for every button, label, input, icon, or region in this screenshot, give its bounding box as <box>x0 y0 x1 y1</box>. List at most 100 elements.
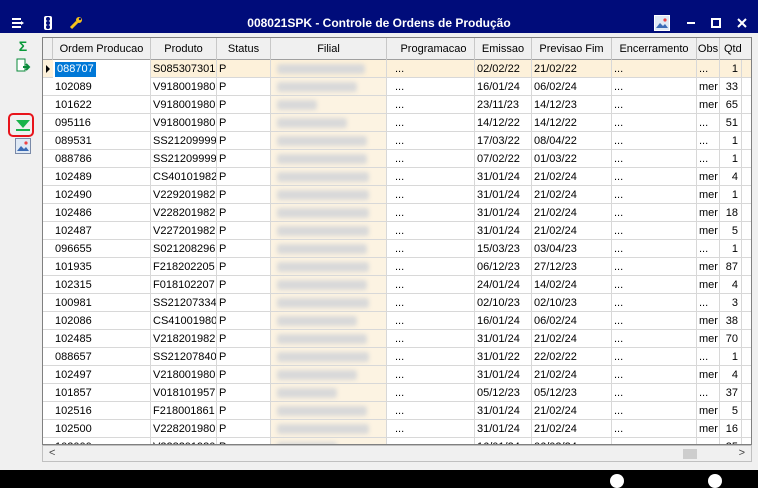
cell-emissao[interactable]: 31/01/24 <box>475 222 532 240</box>
export-icon[interactable] <box>14 57 32 75</box>
cell-programacao[interactable]: ... <box>393 420 475 438</box>
cell-emissao[interactable]: 16/01/24 <box>475 312 532 330</box>
current-row-indicator-icon[interactable] <box>43 60 53 78</box>
cell-produto[interactable]: CS41001980 <box>151 312 217 330</box>
cell-programacao[interactable]: ... <box>393 312 475 330</box>
col-produto[interactable]: Produto <box>151 38 217 60</box>
table-row[interactable]: 102489 CS40101982 P... 31/01/24 21/02/24... m… <box>43 168 751 186</box>
cell-ordem[interactable]: 102497 <box>53 366 151 384</box>
cell-encerramento[interactable]: ... <box>612 132 697 150</box>
cell-previsao[interactable]: 14/12/22 <box>532 114 612 132</box>
cell-previsao[interactable]: 06/02/24 <box>532 312 612 330</box>
cell-filial[interactable] <box>271 366 387 384</box>
cell-previsao[interactable]: 21/02/24 <box>532 366 612 384</box>
table-row[interactable]: 088707 S085307301 P... 02/02/22 21/02/22....… <box>43 60 751 78</box>
minimize-icon[interactable] <box>683 15 699 31</box>
cell-encerramento[interactable]: ... <box>612 420 697 438</box>
cell-previsao[interactable]: 05/12/23 <box>532 384 612 402</box>
row-indicator[interactable] <box>43 312 53 330</box>
row-indicator[interactable] <box>43 276 53 294</box>
cell-obs[interactable]: ... <box>697 132 720 150</box>
cell-qtd[interactable]: 18 <box>720 204 742 222</box>
cell-ordem[interactable]: 102485 <box>53 330 151 348</box>
cell-emissao[interactable]: 06/12/23 <box>475 258 532 276</box>
cell-qtd[interactable]: 33 <box>720 78 742 96</box>
cell-filial[interactable] <box>271 222 387 240</box>
cell-emissao[interactable]: 16/01/24 <box>475 78 532 96</box>
cell-encerramento[interactable]: ... <box>612 438 697 444</box>
cell-status[interactable]: P <box>217 330 271 348</box>
cell-obs[interactable]: mer <box>697 276 720 294</box>
table-row[interactable]: 102497 V218001980 P... 31/01/24 21/02/24... m… <box>43 366 751 384</box>
cell-emissao[interactable]: 24/01/24 <box>475 276 532 294</box>
row-indicator[interactable] <box>43 294 53 312</box>
cell-previsao[interactable]: 22/02/22 <box>532 348 612 366</box>
table-row[interactable]: 102089 V918001980 P... 16/01/24 06/02/24... m… <box>43 78 751 96</box>
cell-produto[interactable]: V229201982 <box>151 186 217 204</box>
cell-obs[interactable]: mer <box>697 96 720 114</box>
cell-filial[interactable] <box>271 348 387 366</box>
cell-encerramento[interactable]: ... <box>612 366 697 384</box>
cell-status[interactable]: P <box>217 222 271 240</box>
cell-filial[interactable] <box>271 312 387 330</box>
cell-qtd[interactable]: 1 <box>720 132 742 150</box>
cell-produto[interactable]: F218001861 <box>151 402 217 420</box>
cell-programacao[interactable]: ... <box>393 204 475 222</box>
cell-status[interactable]: P <box>217 114 271 132</box>
cell-encerramento[interactable]: ... <box>612 150 697 168</box>
horizontal-scrollbar[interactable]: < > <box>42 445 752 462</box>
cell-emissao[interactable]: 31/01/24 <box>475 330 532 348</box>
cell-status[interactable]: P <box>217 150 271 168</box>
table-row[interactable]: 100981 SS21207334 P... 02/10/23 02/10/23....… <box>43 294 751 312</box>
cell-encerramento[interactable]: ... <box>612 222 697 240</box>
cell-obs[interactable]: ... <box>697 348 720 366</box>
cell-ordem[interactable]: 100981 <box>53 294 151 312</box>
cell-filial[interactable] <box>271 204 387 222</box>
col-emissao[interactable]: Emissao <box>475 38 532 60</box>
cell-ordem[interactable]: 102516 <box>53 402 151 420</box>
col-qtd[interactable]: Qtd <box>720 38 751 60</box>
cell-encerramento[interactable]: ... <box>612 96 697 114</box>
cell-obs[interactable]: mer <box>697 330 720 348</box>
cell-obs[interactable]: mer <box>697 204 720 222</box>
cell-programacao[interactable]: ... <box>393 78 475 96</box>
cell-programacao[interactable]: ... <box>393 438 475 444</box>
cell-encerramento[interactable]: ... <box>612 294 697 312</box>
cell-previsao[interactable]: 06/02/24 <box>532 438 612 444</box>
scroll-left-icon[interactable]: < <box>49 447 55 459</box>
row-indicator[interactable] <box>43 438 53 444</box>
cell-programacao[interactable]: ... <box>393 240 475 258</box>
table-row[interactable]: 102086 CS41001980 P... 16/01/24 06/02/24... m… <box>43 312 751 330</box>
cell-status[interactable]: P <box>217 240 271 258</box>
table-row[interactable]: 102516 F218001861 P... 31/01/24 21/02/24... m… <box>43 402 751 420</box>
cell-emissao[interactable]: 31/01/24 <box>475 168 532 186</box>
cell-status[interactable]: P <box>217 384 271 402</box>
cell-ordem[interactable]: 102000 <box>53 438 151 444</box>
cell-ordem[interactable]: 101622 <box>53 96 151 114</box>
col-previsao-fim[interactable]: Previsao Fim <box>532 38 612 60</box>
cell-ordem[interactable]: 102086 <box>53 312 151 330</box>
cell-programacao[interactable]: ... <box>393 186 475 204</box>
cell-emissao[interactable]: 31/01/24 <box>475 204 532 222</box>
cell-qtd[interactable]: 1 <box>720 240 742 258</box>
row-indicator[interactable] <box>43 222 53 240</box>
col-programacao[interactable]: Programacao <box>393 38 475 60</box>
row-indicator[interactable] <box>43 240 53 258</box>
cell-status[interactable]: P <box>217 258 271 276</box>
cell-ordem[interactable]: 102500 <box>53 420 151 438</box>
table-row[interactable]: 102500 V228201980 P... 31/01/24 21/02/24... m… <box>43 420 751 438</box>
cell-emissao[interactable]: 14/12/22 <box>475 114 532 132</box>
cell-ordem[interactable]: 089531 <box>53 132 151 150</box>
cell-emissao[interactable]: 31/01/24 <box>475 186 532 204</box>
cell-programacao[interactable]: ... <box>393 222 475 240</box>
row-indicator[interactable] <box>43 348 53 366</box>
cell-previsao[interactable]: 21/02/24 <box>532 186 612 204</box>
cell-emissao[interactable]: 31/01/24 <box>475 366 532 384</box>
cell-encerramento[interactable]: ... <box>612 78 697 96</box>
cell-obs[interactable]: mer <box>697 312 720 330</box>
cell-produto[interactable]: V218001980 <box>151 366 217 384</box>
cell-encerramento[interactable]: ... <box>612 168 697 186</box>
table-row[interactable]: 102000V228201980P...16/01/2406/02/24...m… <box>43 438 751 444</box>
cell-ordem[interactable]: 102489 <box>53 168 151 186</box>
cell-filial[interactable] <box>271 60 387 78</box>
